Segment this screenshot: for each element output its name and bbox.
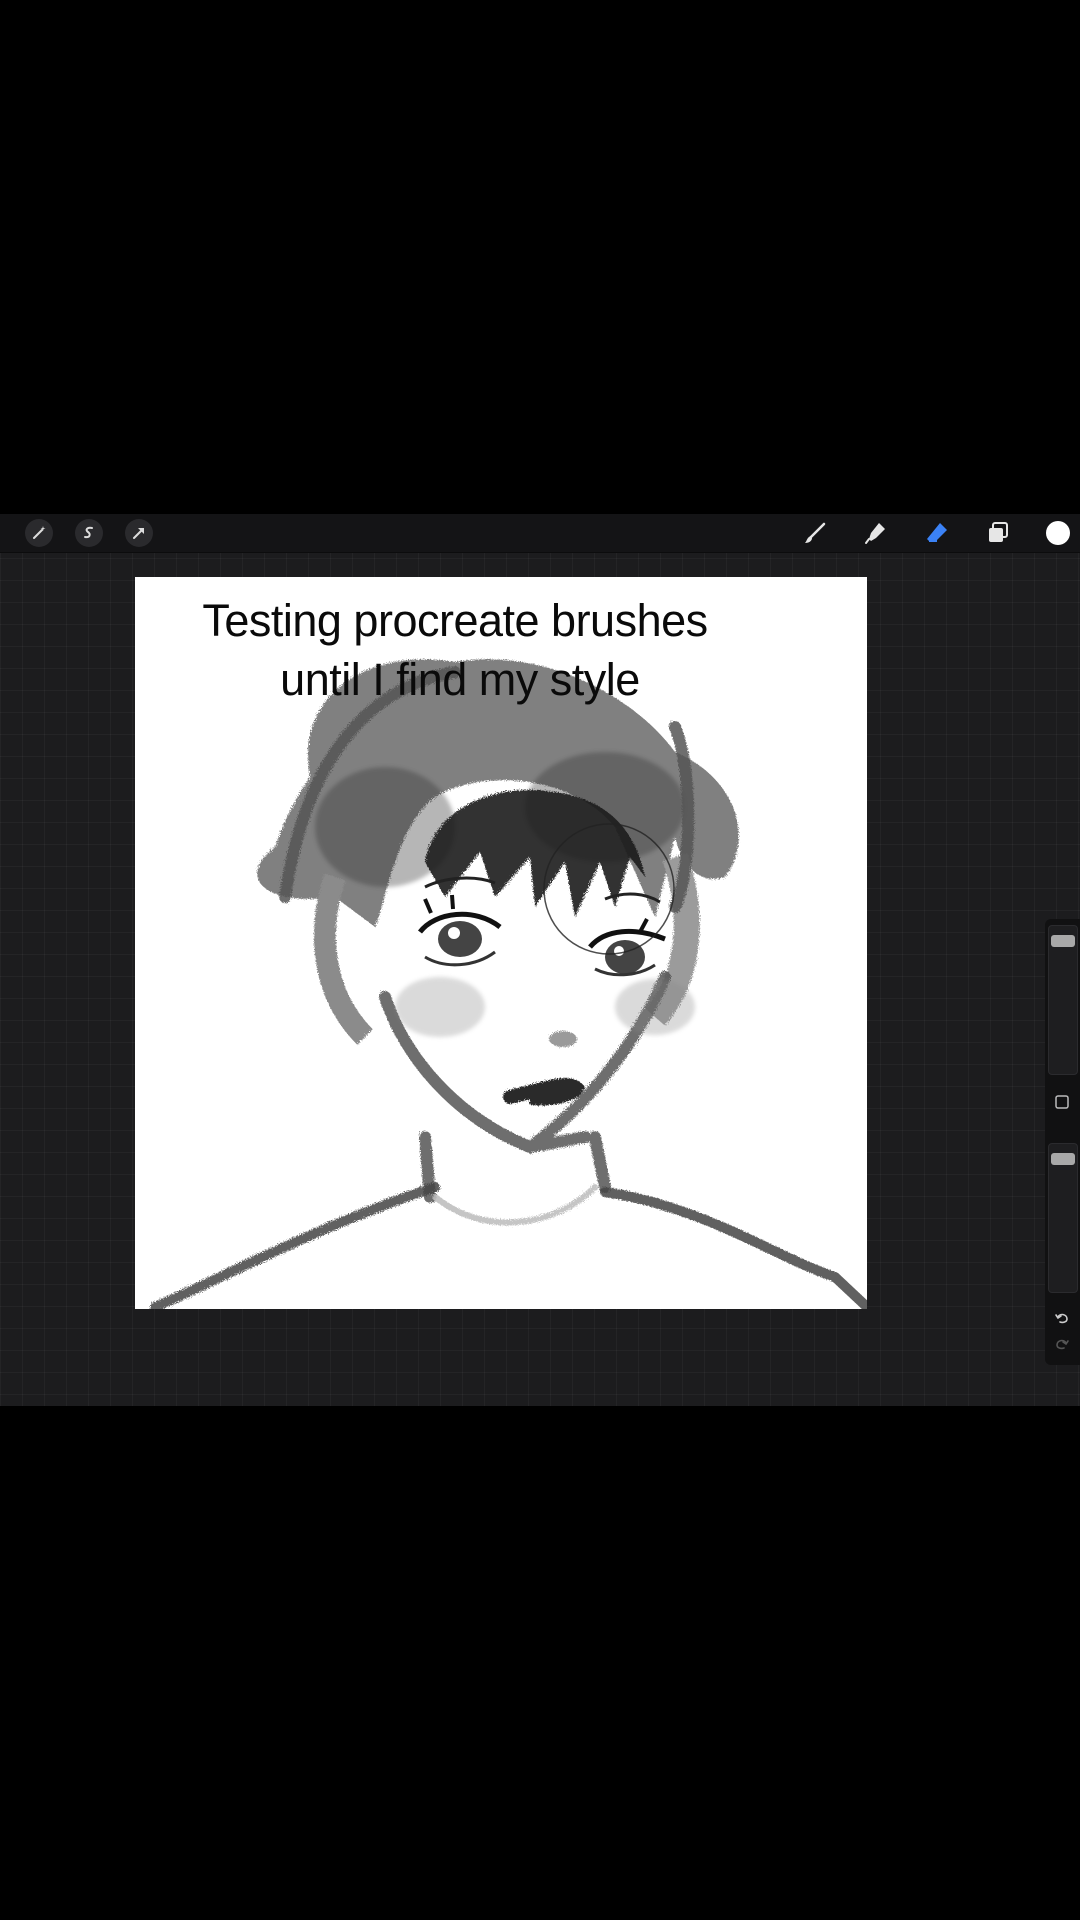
procreate-sidebar: [1045, 919, 1080, 1365]
procreate-toolbar: [0, 514, 1080, 553]
video-caption: Testing procreate brushes until I find m…: [135, 591, 775, 709]
adjustments-button[interactable]: [25, 519, 53, 547]
eraser-button[interactable]: [922, 518, 952, 548]
eraser-icon: [927, 523, 947, 542]
caption-line-2: until I find my style: [280, 654, 640, 705]
drawing-canvas[interactable]: Testing procreate brushes until I find m…: [135, 577, 867, 1309]
layers-button[interactable]: [983, 518, 1013, 548]
selection-button[interactable]: [75, 519, 103, 547]
opacity-slider[interactable]: [1048, 1143, 1078, 1293]
opacity-thumb[interactable]: [1051, 1152, 1075, 1165]
layers-icon: [989, 522, 1008, 542]
undo-button[interactable]: [1051, 1307, 1073, 1329]
redo-button[interactable]: [1051, 1333, 1073, 1355]
smudge-button[interactable]: [861, 518, 891, 548]
color-button[interactable]: [1043, 518, 1073, 548]
selection-icon: [84, 526, 93, 539]
brush-size-thumb[interactable]: [1051, 934, 1075, 947]
caption-line-1: Testing procreate brushes: [202, 595, 708, 646]
brush-size-slider[interactable]: [1048, 925, 1078, 1075]
color-swatch-icon: [1046, 521, 1070, 545]
eraser-body: [927, 523, 947, 541]
transform-button[interactable]: [125, 519, 153, 547]
brush-button[interactable]: [800, 518, 830, 548]
transform-arrow-icon: [133, 528, 144, 539]
smudge-icon: [865, 523, 885, 544]
video-frame: Testing procreate brushes until I find m…: [0, 514, 1080, 1406]
square-icon: [1055, 1095, 1069, 1109]
magic-wand-icon: [33, 526, 46, 539]
redo-icon: [1056, 1339, 1069, 1350]
undo-icon: [1055, 1313, 1068, 1324]
brush-icon: [805, 522, 826, 543]
modify-button[interactable]: [1051, 1091, 1073, 1113]
